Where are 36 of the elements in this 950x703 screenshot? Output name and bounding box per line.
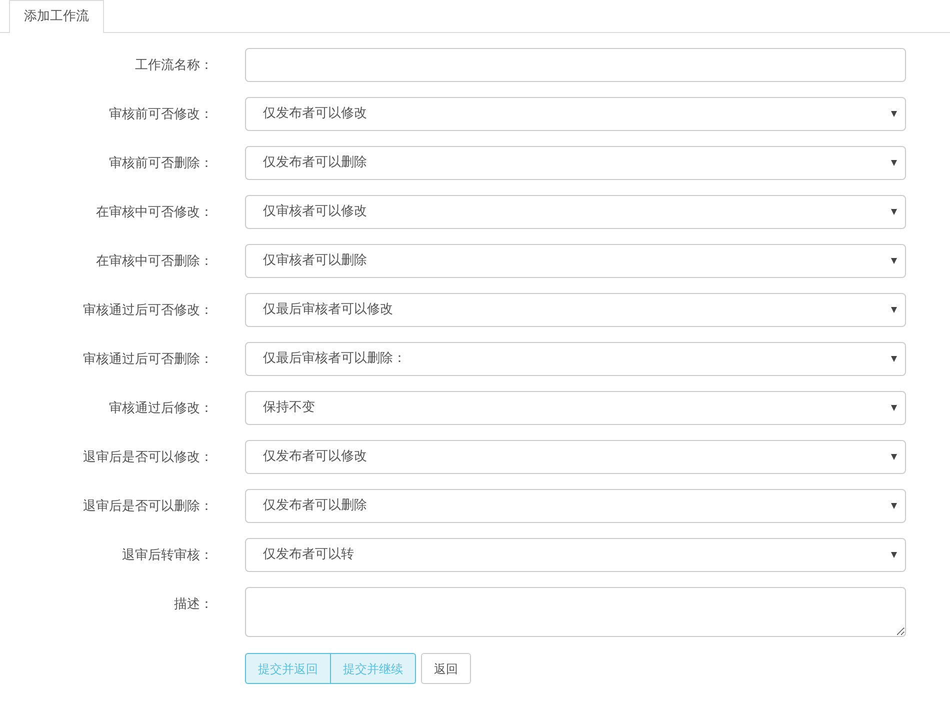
field-label: 审核通过后可否修改：: [82, 302, 213, 320]
select-field[interactable]: 仅最后审核者可以删除：: [245, 342, 906, 376]
caret-icon: [891, 258, 897, 264]
select-field[interactable]: 仅发布者可以删除: [245, 146, 906, 180]
field-label: 退审后是否可以删除：: [82, 498, 213, 516]
input-field[interactable]: [245, 48, 906, 82]
select-field[interactable]: 仅发布者可以删除: [245, 489, 906, 523]
select-field[interactable]: 仅发布者可以修改: [245, 440, 906, 474]
field-label: 审核通过后可否删除：: [82, 351, 213, 369]
caret-icon: [891, 503, 897, 509]
field-label: 审核通过后修改：: [108, 400, 213, 418]
caret-icon: [891, 405, 897, 411]
field-label: 退审后转审核：: [121, 547, 213, 565]
select-field[interactable]: 仅发布者可以修改: [245, 97, 906, 131]
field-label: 在审核中可否修改：: [95, 204, 213, 222]
textarea-field[interactable]: [245, 587, 906, 637]
caret-icon: [891, 552, 897, 558]
select-field[interactable]: 仅审核者可以修改: [245, 195, 906, 229]
select-field[interactable]: 保持不变: [245, 391, 906, 425]
tab[interactable]: 添加工作流: [9, 0, 104, 33]
field-label: 审核前可否修改：: [108, 106, 213, 124]
field-label: 退审后是否可以修改：: [82, 449, 213, 467]
field-label: 描述：: [173, 596, 213, 614]
select-field[interactable]: 仅审核者可以删除: [245, 244, 906, 278]
field-label: 工作流名称：: [134, 57, 213, 75]
caret-icon: [891, 209, 897, 215]
caret-icon: [891, 111, 897, 117]
select-field[interactable]: 仅发布者可以转: [245, 538, 906, 572]
field-label: 审核前可否删除：: [108, 155, 213, 173]
select-field[interactable]: 仅最后审核者可以修改: [245, 293, 906, 327]
caret-icon: [891, 307, 897, 313]
caret-icon: [891, 454, 897, 460]
field-label: 在审核中可否删除：: [95, 253, 213, 271]
back-button[interactable]: 返回: [421, 653, 471, 684]
caret-icon: [891, 160, 897, 166]
caret-icon: [891, 356, 897, 362]
